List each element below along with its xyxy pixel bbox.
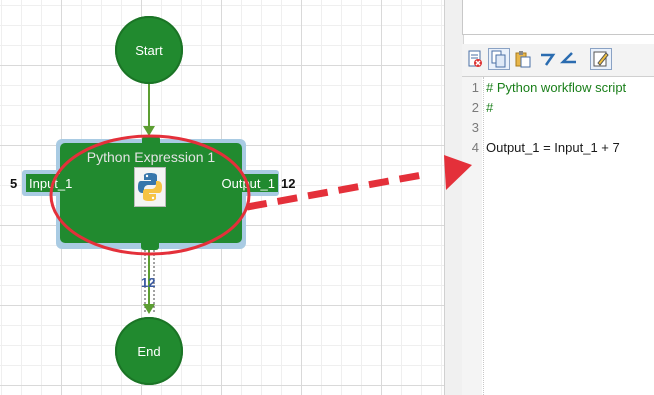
annotation-arrow — [246, 171, 423, 211]
annotation-layer — [49, 134, 472, 256]
highlight-ellipse — [49, 134, 251, 256]
arrowhead-icon — [444, 155, 472, 190]
